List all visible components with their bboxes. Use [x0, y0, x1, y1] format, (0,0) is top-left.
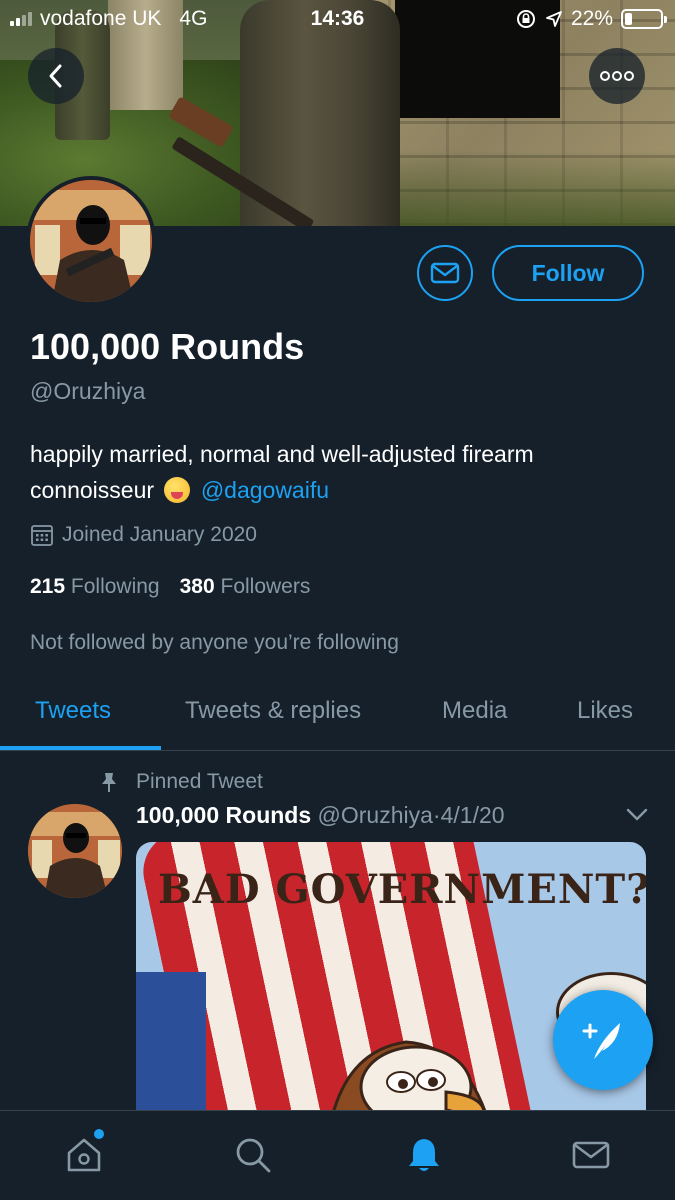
- chevron-left-icon: [49, 64, 62, 88]
- notifications-bell-icon: [409, 1139, 439, 1171]
- tab-tweets[interactable]: Tweets: [35, 697, 111, 725]
- bottom-navigation-bar: [0, 1110, 675, 1200]
- pinned-tweet-text: Pinned Tweet: [136, 770, 263, 793]
- followers-count: 380: [179, 575, 215, 598]
- search-icon: [236, 1138, 271, 1173]
- profile-bio: happily married, normal and well-adjuste…: [30, 436, 650, 508]
- rotation-lock-icon: [516, 10, 535, 28]
- nav-home-button[interactable]: [62, 1133, 106, 1177]
- mail-icon: [430, 262, 460, 284]
- tab-tweets-and-replies[interactable]: Tweets & replies: [185, 697, 361, 725]
- profile-tabs: Tweets Tweets & replies Media Likes: [0, 683, 675, 751]
- compose-tweet-button[interactable]: [553, 990, 653, 1090]
- location-arrow-icon: [546, 11, 562, 27]
- compose-tweet-icon: [582, 1023, 620, 1059]
- following-link[interactable]: 215 Following: [30, 575, 160, 599]
- tweet-media-image[interactable]: BAD GOVERNMENT?: [136, 842, 646, 1132]
- tweet-date: 4/1/20: [440, 802, 505, 828]
- follow-stats: 215 Following 380 Followers: [30, 575, 310, 599]
- following-count: 215: [30, 575, 66, 598]
- nav-search-button[interactable]: [231, 1133, 275, 1177]
- tongue-out-emoji-icon: [164, 477, 191, 503]
- messages-mail-icon: [572, 1141, 610, 1169]
- followers-label: Followers: [220, 575, 311, 598]
- tweet-author-avatar[interactable]: [28, 804, 122, 898]
- tweet-separator: ·: [432, 802, 441, 828]
- tweet-chevron-down-icon[interactable]: [626, 808, 648, 822]
- tweet-author-name[interactable]: 100,000 Rounds: [136, 802, 311, 828]
- media-flag-canton: [136, 972, 206, 1132]
- tweet-author-handle[interactable]: @Oruzhiya: [318, 802, 433, 828]
- profile-avatar[interactable]: [26, 176, 156, 306]
- tweet-avatar-image: [28, 804, 122, 898]
- profile-handle: @Oruzhiya: [30, 378, 146, 404]
- media-caption-text: BAD GOVERNMENT?: [158, 866, 646, 913]
- tab-likes[interactable]: Likes: [577, 697, 633, 725]
- not-followed-notice: Not followed by anyone you’re following: [30, 631, 399, 654]
- calendar-icon: [31, 525, 53, 546]
- profile-display-name: 100,000 Rounds: [30, 326, 305, 367]
- more-horizontal-icon: [600, 71, 634, 81]
- back-button[interactable]: [28, 48, 84, 104]
- pinned-tweet-label: Pinned Tweet: [100, 770, 263, 794]
- battery-percent: 22%: [570, 7, 613, 30]
- more-options-button[interactable]: [589, 48, 645, 104]
- avatar-image: [30, 180, 152, 302]
- battery-icon: [621, 9, 667, 29]
- bio-mention-link[interactable]: @dagowaifu: [201, 477, 329, 503]
- status-bar-right: 22%: [515, 7, 667, 31]
- home-notification-dot: [94, 1129, 104, 1139]
- home-icon: [67, 1138, 101, 1172]
- battery-fill: [625, 13, 633, 25]
- active-tab-indicator: [0, 746, 161, 750]
- message-button[interactable]: [417, 245, 473, 301]
- nav-messages-button[interactable]: [569, 1133, 613, 1177]
- nav-notifications-button[interactable]: [402, 1133, 446, 1177]
- tweet-header: 100,000 Rounds @Oruzhiya·4/1/20: [136, 802, 656, 829]
- joined-date: Joined January 2020: [30, 523, 257, 547]
- status-bar: vodafone UK 4G 14:36 22%: [0, 0, 675, 38]
- pin-icon: [102, 773, 116, 792]
- followers-link[interactable]: 380 Followers: [180, 575, 311, 599]
- tab-media[interactable]: Media: [442, 697, 507, 725]
- follow-button[interactable]: Follow: [492, 245, 644, 301]
- joined-text: Joined January 2020: [62, 523, 257, 546]
- following-label: Following: [70, 575, 160, 598]
